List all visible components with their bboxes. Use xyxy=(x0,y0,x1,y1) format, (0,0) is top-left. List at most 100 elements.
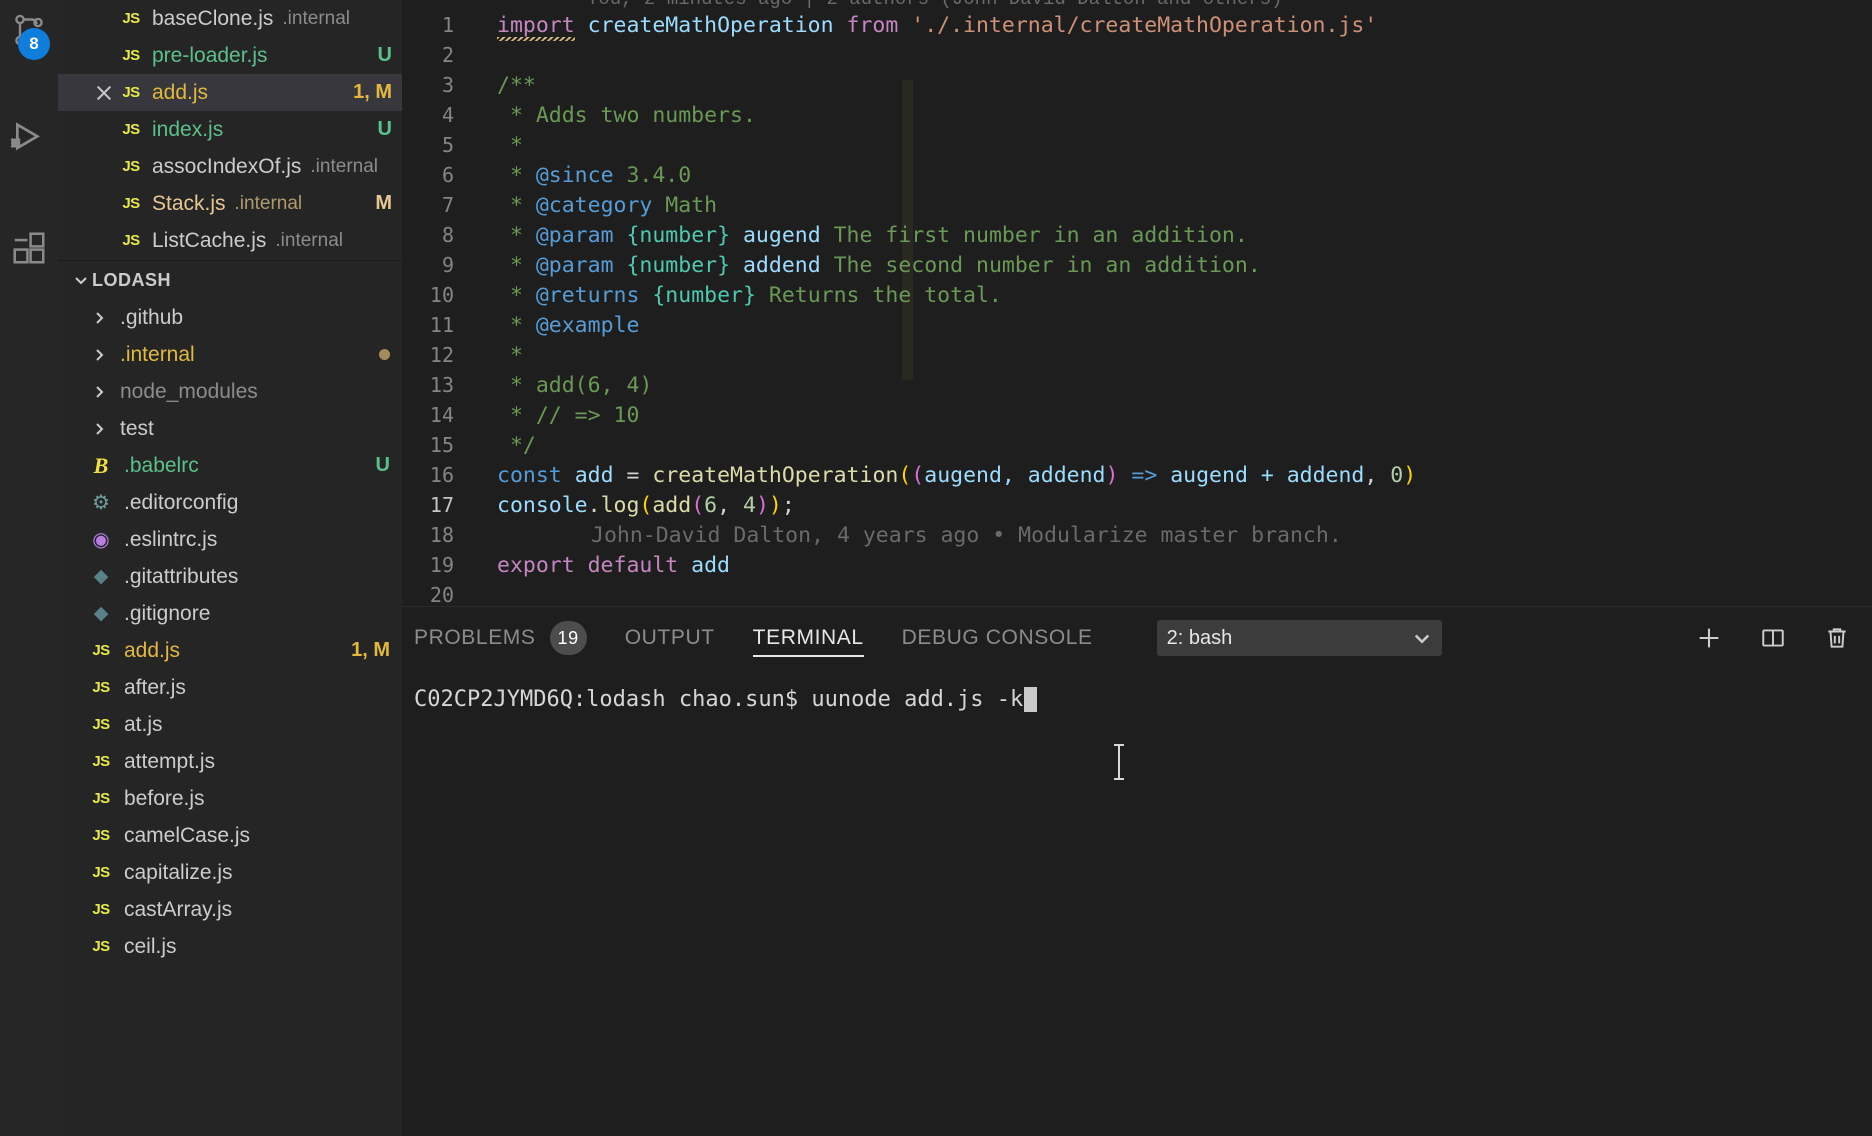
open-editor-desc: .internal xyxy=(310,155,379,177)
terminal-cursor xyxy=(1024,687,1038,712)
tab-terminal[interactable]: TERMINAL xyxy=(752,607,864,669)
code-content: export default add xyxy=(497,553,730,578)
code-line-7: 7 * @category Math xyxy=(402,190,1872,220)
explorer-root-label: LODASH xyxy=(92,269,171,290)
open-editor-row-add-js[interactable]: JS add.js 1, M xyxy=(58,74,402,111)
side-bar: JS baseClone.js .internal JS pre-loader.… xyxy=(58,0,402,1136)
code-editor[interactable]: 1 import createMathOperation from './.in… xyxy=(402,10,1872,606)
tree-file-gitattributes[interactable]: ◆ .gitattributes xyxy=(58,558,402,595)
open-editor-row[interactable]: JS assocIndexOf.js .internal xyxy=(58,148,402,185)
token-star: * xyxy=(497,222,536,248)
tab-problems[interactable]: PROBLEMS 19 xyxy=(414,607,587,669)
terminal-select-dropdown[interactable]: 2: bash xyxy=(1156,620,1442,656)
activity-item-extensions[interactable] xyxy=(0,216,58,284)
explorer-section-header[interactable]: LODASH xyxy=(58,261,402,299)
open-editor-row[interactable]: JS ListCache.js .internal xyxy=(58,222,402,259)
tree-file-ceil-js[interactable]: JS ceil.js xyxy=(58,928,402,965)
tree-file-gitignore[interactable]: ◆ .gitignore xyxy=(58,595,402,632)
gitlens-inline-blame: John-David Dalton, 4 years ago • Modular… xyxy=(591,522,1342,548)
open-editor-row[interactable]: JS Stack.js .internal M xyxy=(58,185,402,222)
js-icon: JS xyxy=(92,753,110,770)
tab-debug-console[interactable]: DEBUG CONSOLE xyxy=(902,607,1093,669)
token-jsdoc-desc: The second number in an addition. xyxy=(833,252,1261,278)
tree-folder-internal[interactable]: .internal xyxy=(58,336,402,373)
code-line-19: 19 export default add xyxy=(402,550,1872,580)
code-line-11: 11 * @example xyxy=(402,310,1872,340)
token-add: add xyxy=(574,462,614,488)
line-number: 8 xyxy=(441,223,454,247)
code-content: import createMathOperation from './.inte… xyxy=(497,12,1378,44)
tree-file-castarray-js[interactable]: JS castArray.js xyxy=(58,891,402,928)
token-arrow: => xyxy=(1131,462,1158,488)
token-body: augend + addend xyxy=(1170,462,1365,488)
tree-file-before-js[interactable]: JS before.js xyxy=(58,780,402,817)
tree-label: .github xyxy=(120,305,184,329)
tree-file-camelcase-js[interactable]: JS camelCase.js xyxy=(58,817,402,854)
open-editor-name: pre-loader.js xyxy=(152,43,268,67)
token-jsdoc-param: augend xyxy=(742,222,821,248)
code-content: /** xyxy=(497,72,536,98)
line-number: 9 xyxy=(441,253,454,277)
token-arg-b: 4 xyxy=(743,492,756,518)
tab-output[interactable]: OUTPUT xyxy=(625,607,715,669)
code-content: console.log(add(6, 4)); xyxy=(497,492,795,518)
activity-bar: 8 xyxy=(0,0,58,1136)
js-icon: JS xyxy=(122,84,140,101)
new-terminal-icon[interactable] xyxy=(1694,623,1724,653)
token-export-name: add xyxy=(691,552,731,578)
open-editor-row[interactable]: JS baseClone.js .internal xyxy=(58,0,402,37)
token-jsdoc-type: {number} xyxy=(652,282,756,308)
terminal-output[interactable]: C02CP2JYMD6Q:lodash chao.sun$ uunode add… xyxy=(402,669,1872,1136)
tree-status: 1, M xyxy=(351,639,390,661)
tree-folder-node-modules[interactable]: node_modules xyxy=(58,373,402,410)
tree-label: before.js xyxy=(124,786,205,810)
token-equals: = xyxy=(626,462,640,488)
tree-label: at.js xyxy=(124,712,163,736)
kill-terminal-icon[interactable] xyxy=(1822,623,1852,653)
code-line-12: 12 * xyxy=(402,340,1872,370)
js-icon: JS xyxy=(122,121,140,138)
js-icon: JS xyxy=(92,716,110,733)
tree-file-capitalize-js[interactable]: JS capitalize.js xyxy=(58,854,402,891)
code-line-5: 5 * xyxy=(402,130,1872,160)
tree-folder-github[interactable]: .github xyxy=(58,299,402,336)
split-terminal-icon[interactable] xyxy=(1758,623,1788,653)
close-icon[interactable] xyxy=(92,81,116,105)
tree-file-babelrc[interactable]: B .babelrc U xyxy=(58,447,402,484)
tree-label: castArray.js xyxy=(124,897,233,921)
tree-file-eslintrc[interactable]: ◉ .eslintrc.js xyxy=(58,521,402,558)
code-content: * // => 10 xyxy=(497,402,640,428)
tree-file-editorconfig[interactable]: ⚙ .editorconfig xyxy=(58,484,402,521)
open-editor-row[interactable]: JS pre-loader.js U xyxy=(58,37,402,74)
token-jsdoc-tag: @category xyxy=(535,192,653,218)
tree-label: test xyxy=(120,416,154,440)
token-path: './.internal/createMathOperation.js' xyxy=(911,12,1378,38)
code-line-16: 16 const add = createMathOperation((auge… xyxy=(402,460,1872,490)
open-editor-name: index.js xyxy=(152,117,224,141)
tree-folder-test[interactable]: test xyxy=(58,410,402,447)
line-number: 11 xyxy=(429,313,454,337)
tree-file-at-js[interactable]: JS at.js xyxy=(58,706,402,743)
token-jsdoc-value: 3.4.0 xyxy=(613,162,692,188)
code-content: */ xyxy=(497,432,536,458)
code-content: * @param {number} addend The second numb… xyxy=(497,253,1261,278)
line-number: 18 xyxy=(429,523,454,547)
tree-file-attempt-js[interactable]: JS attempt.js xyxy=(58,743,402,780)
token-zero: 0 xyxy=(1390,462,1404,488)
tab-label: PROBLEMS xyxy=(414,626,536,649)
chevron-down-icon xyxy=(70,272,92,288)
code-content: * xyxy=(497,342,523,368)
activity-item-run-debug[interactable] xyxy=(0,106,58,174)
tree-file-after-js[interactable]: JS after.js xyxy=(58,669,402,706)
open-editor-desc: .internal xyxy=(282,7,351,29)
open-editor-row[interactable]: JS index.js U xyxy=(58,111,402,148)
chevron-right-icon xyxy=(88,310,110,326)
vscode-window: 8 JS baseClone.js .internal JS pre-loade… xyxy=(0,0,1872,1136)
tree-file-add-js[interactable]: JS add.js 1, M xyxy=(58,632,402,669)
activity-item-source-control[interactable]: 8 xyxy=(0,0,58,66)
code-line-8: 8 * @param {number} augend The first num… xyxy=(402,220,1872,250)
chevron-right-icon xyxy=(88,347,110,363)
token-export: export default xyxy=(497,552,679,578)
open-editors-list: JS baseClone.js .internal JS pre-loader.… xyxy=(58,0,402,259)
eslint-icon: ◉ xyxy=(92,529,110,551)
